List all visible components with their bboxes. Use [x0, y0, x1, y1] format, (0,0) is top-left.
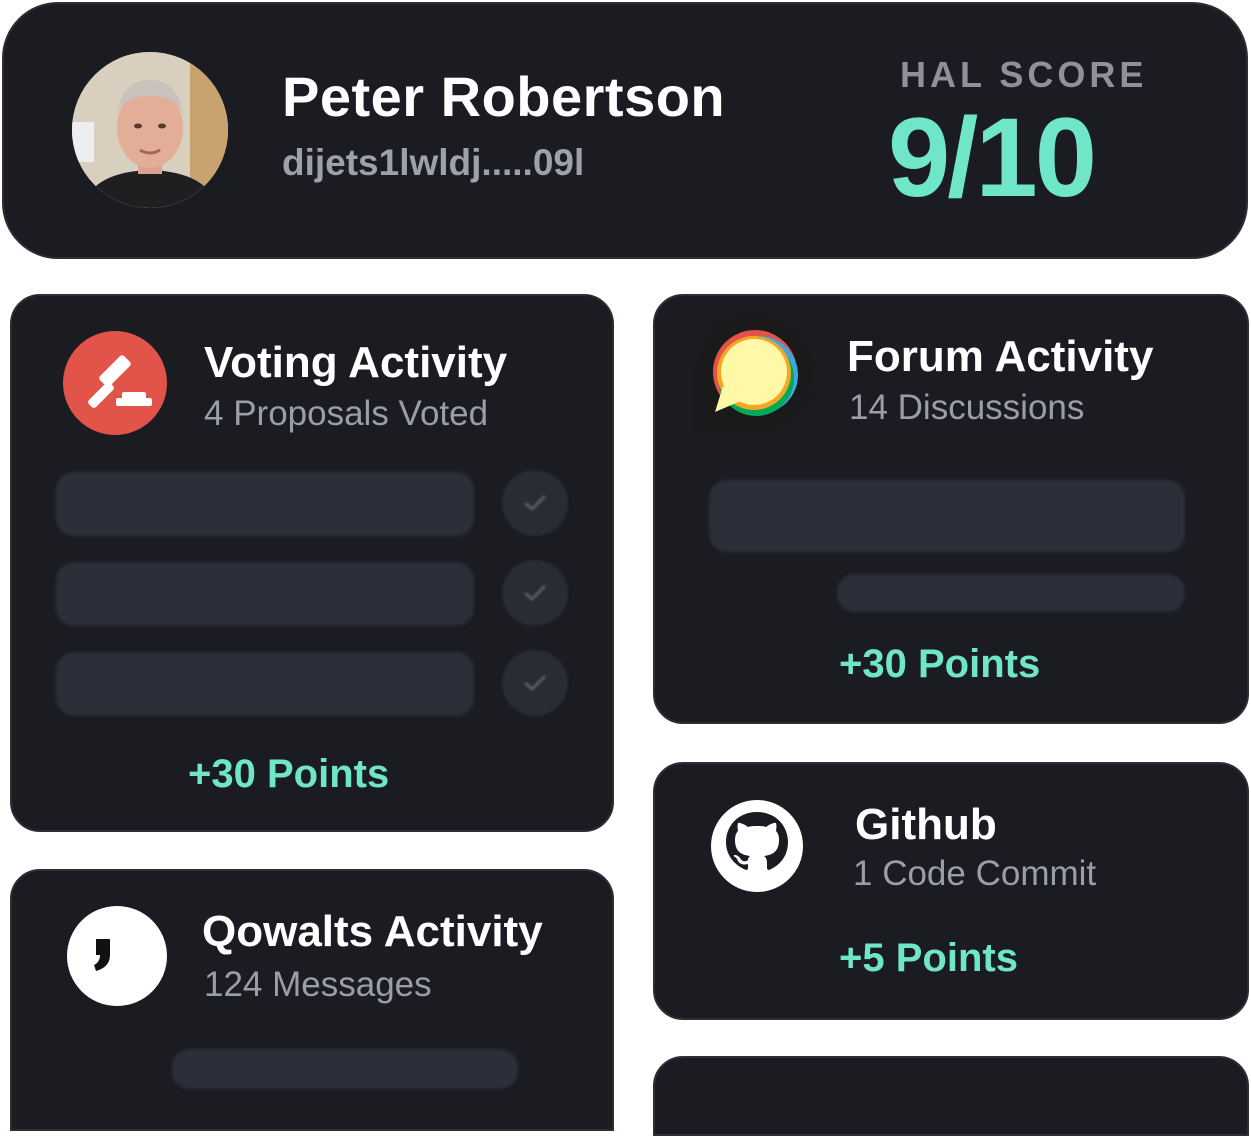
qowalts-subtitle: 124 Messages	[204, 965, 432, 1004]
blurred-message-row	[172, 1049, 518, 1089]
quote-comma-icon	[66, 905, 168, 1012]
check-icon	[502, 470, 568, 536]
github-card[interactable]: Github 1 Code Commit +5 Points	[653, 762, 1249, 1020]
blurred-proposal-row	[56, 472, 474, 536]
profile-name: Peter Robertson	[282, 65, 726, 128]
voting-title: Voting Activity	[204, 338, 508, 387]
forum-activity-card[interactable]: Forum Activity 14 Discussions +30 Points	[653, 294, 1249, 724]
github-icon	[709, 798, 805, 899]
forum-subtitle: 14 Discussions	[849, 388, 1085, 427]
voting-activity-card[interactable]: Voting Activity 4 Proposals Voted +30 Po…	[10, 294, 614, 832]
qowalts-activity-card[interactable]: Qowalts Activity 124 Messages	[10, 869, 614, 1131]
voting-subtitle: 4 Proposals Voted	[204, 394, 489, 433]
wallet-address[interactable]: dijets1lwldj.....09l	[282, 142, 584, 184]
blurred-discussion-row	[709, 480, 1185, 552]
hal-score-label: HAL SCORE	[900, 54, 1148, 95]
check-icon	[502, 650, 568, 716]
github-points: +5 Points	[839, 936, 1018, 980]
hal-score-value: 9/10	[888, 95, 1097, 220]
github-title: Github	[855, 800, 997, 849]
blurred-proposal-row	[56, 652, 474, 716]
partial-activity-card[interactable]	[653, 1056, 1249, 1136]
gavel-icon	[62, 330, 168, 441]
check-icon	[502, 560, 568, 626]
avatar[interactable]	[72, 52, 228, 208]
forum-points: +30 Points	[839, 642, 1041, 686]
voting-points: +30 Points	[188, 752, 390, 796]
discourse-chat-icon	[693, 312, 815, 439]
blurred-proposal-row	[56, 562, 474, 626]
qowalts-title: Qowalts Activity	[202, 907, 543, 956]
forum-title: Forum Activity	[847, 332, 1154, 381]
profile-card: Peter Robertson dijets1lwldj.....09l HAL…	[2, 2, 1248, 259]
blurred-discussion-row	[837, 574, 1185, 612]
github-subtitle: 1 Code Commit	[853, 854, 1097, 893]
